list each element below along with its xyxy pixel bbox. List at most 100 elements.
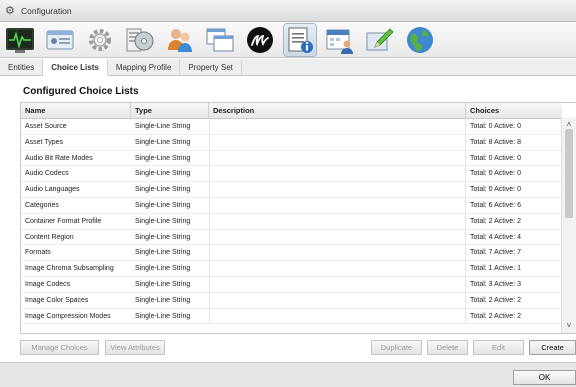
cell-choices: Total: 0 Active: 0 xyxy=(470,186,521,194)
tab-entities[interactable]: Entities xyxy=(0,59,44,76)
cell-name: Categories xyxy=(25,202,59,209)
tab-mapping-profile[interactable]: Mapping Profile xyxy=(108,59,181,76)
table-row[interactable]: Image Color Spaces Single-Line String Tota… xyxy=(21,292,562,309)
column-header-type[interactable]: Type xyxy=(131,103,209,119)
tab-property-set[interactable]: Property Set xyxy=(180,59,242,76)
scroll-down-icon[interactable]: ˅ xyxy=(562,320,576,332)
cell-description xyxy=(209,134,466,150)
cell-choices: Total: 7 Active: 7 xyxy=(470,249,521,257)
cell-type: Single-Line String xyxy=(135,186,191,194)
cell-description xyxy=(209,245,466,261)
column-header-description[interactable]: Description xyxy=(209,103,466,119)
table-row[interactable]: Asset Types Single-Line String Total: 8 Ac… xyxy=(21,134,562,151)
cell-type: Single-Line String xyxy=(135,123,191,130)
list-info-icon[interactable] xyxy=(283,22,317,57)
calendar-user-icon[interactable] xyxy=(324,24,356,56)
panel-title: Configured Choice Lists xyxy=(23,86,139,97)
table-row[interactable]: Content Region Single-Line String Total: 4… xyxy=(21,229,562,246)
cell-name: Image Chroma Subsampling xyxy=(25,265,114,273)
cell-description xyxy=(209,166,466,182)
cell-choices: Total: 8 Active: 8 xyxy=(470,138,521,146)
cell-name: Audio Bit Rate Modes xyxy=(25,154,93,162)
tab-choice-lists[interactable]: Choice Lists xyxy=(43,59,108,76)
disc-library-icon[interactable] xyxy=(124,24,156,56)
cell-description xyxy=(209,150,466,166)
cell-choices: Total: 6 Active: 6 xyxy=(470,202,521,209)
cell-choices: Total: 0 Active: 0 xyxy=(470,123,521,130)
create-button[interactable]: Create xyxy=(529,340,576,355)
tab-bar: Entities Choice Lists Mapping Profile Pr… xyxy=(0,59,576,76)
table-header: Name Type Description Choices xyxy=(21,103,562,119)
table-row[interactable]: Image Codecs Single-Line String Total: 3 A… xyxy=(21,277,562,293)
cell-choices: Total: 0 Active: 0 xyxy=(470,154,521,162)
table-row[interactable]: Audio Codecs Single-Line String Total: 0 A… xyxy=(21,166,562,183)
cell-name: Asset Source xyxy=(25,123,67,130)
cell-type: Single-Line String xyxy=(135,281,191,288)
cell-name: Image Compression Modes xyxy=(25,312,111,320)
table-row[interactable]: Image Chroma Subsampling Single-Line Stri… xyxy=(21,261,562,277)
choice-lists-table: Name Type Description Choices Asset Sour… xyxy=(20,102,576,334)
view-attributes-button[interactable]: View Attributes xyxy=(105,340,165,355)
cell-type: Single-Line String xyxy=(135,217,191,225)
ok-button[interactable]: OK xyxy=(513,370,576,385)
cell-name: Image Color Spaces xyxy=(25,296,89,304)
column-header-name[interactable]: Name xyxy=(21,103,131,119)
cell-description xyxy=(209,229,466,245)
cell-description xyxy=(209,182,466,198)
brand-logo-icon[interactable] xyxy=(244,24,276,56)
duplicate-button[interactable]: Duplicate xyxy=(371,340,422,355)
window-titlebar: ⚙ Configuration xyxy=(0,0,576,22)
cell-name: Audio Languages xyxy=(25,186,80,194)
table-row[interactable]: Asset Source Single-Line String Total: 0 A… xyxy=(21,119,562,135)
table-row[interactable]: Audio Bit Rate Modes Single-Line String To… xyxy=(21,150,562,167)
cell-type: Single-Line String xyxy=(135,296,191,304)
windows-icon[interactable] xyxy=(204,24,236,56)
cell-description xyxy=(209,198,466,213)
cell-choices: Total: 2 Active: 2 xyxy=(470,296,521,304)
cell-name: Audio Codecs xyxy=(25,170,69,178)
table-row[interactable]: Audio Languages Single-Line String Total: … xyxy=(21,182,562,198)
table-row[interactable]: Categories Single-Line String Total: 6 Act… xyxy=(21,198,562,214)
cell-description xyxy=(209,277,466,292)
scrollbar-thumb[interactable] xyxy=(565,129,573,218)
edit-pencil-icon[interactable] xyxy=(364,24,396,56)
cell-name: Formats xyxy=(25,249,51,257)
globe-icon[interactable] xyxy=(404,24,436,56)
waveform-monitor-icon[interactable] xyxy=(4,24,36,56)
cell-type: Single-Line String xyxy=(135,312,191,320)
toolbar xyxy=(0,22,576,58)
column-header-choices[interactable]: Choices xyxy=(466,103,562,119)
cell-type: Single-Line String xyxy=(135,202,191,209)
id-card-icon[interactable] xyxy=(44,24,76,56)
cell-description xyxy=(209,119,466,134)
cell-description xyxy=(209,308,466,324)
cell-choices: Total: 2 Active: 2 xyxy=(470,217,521,225)
cell-description xyxy=(209,213,466,229)
cell-name: Content Region xyxy=(25,233,74,241)
cell-name: Container Format Profile xyxy=(25,217,102,225)
table-row[interactable]: Formats Single-Line String Total: 7 Active… xyxy=(21,245,562,262)
dialog-footer xyxy=(0,362,576,387)
cell-description xyxy=(209,261,466,277)
cell-choices: Total: 3 Active: 3 xyxy=(470,281,521,288)
delete-button[interactable]: Delete xyxy=(427,340,468,355)
users-icon[interactable] xyxy=(164,24,196,56)
table-row[interactable]: Container Format Profile Single-Line Stri… xyxy=(21,213,562,230)
edit-button[interactable]: Edit xyxy=(473,340,524,355)
cell-type: Single-Line String xyxy=(135,265,191,273)
cell-name: Image Codecs xyxy=(25,281,71,288)
cell-choices: Total: 1 Active: 1 xyxy=(470,265,521,273)
cell-choices: Total: 2 Active: 2 xyxy=(470,312,521,320)
cell-type: Single-Line String xyxy=(135,138,191,146)
cell-choices: Total: 0 Active: 0 xyxy=(470,170,521,178)
cell-type: Single-Line String xyxy=(135,154,191,162)
gear-icon: ⚙ xyxy=(5,4,15,17)
table-scrollbar[interactable]: ˄ ˅ xyxy=(561,118,576,333)
cell-description xyxy=(209,292,466,308)
window-title: Configuration xyxy=(21,5,72,16)
table-row[interactable]: Image Compression Modes Single-Line Strin… xyxy=(21,308,562,325)
cell-type: Single-Line String xyxy=(135,233,191,241)
gear-settings-icon[interactable] xyxy=(84,24,116,56)
cell-choices: Total: 4 Active: 4 xyxy=(470,233,521,241)
manage-choices-button[interactable]: Manage Choices xyxy=(20,340,99,355)
